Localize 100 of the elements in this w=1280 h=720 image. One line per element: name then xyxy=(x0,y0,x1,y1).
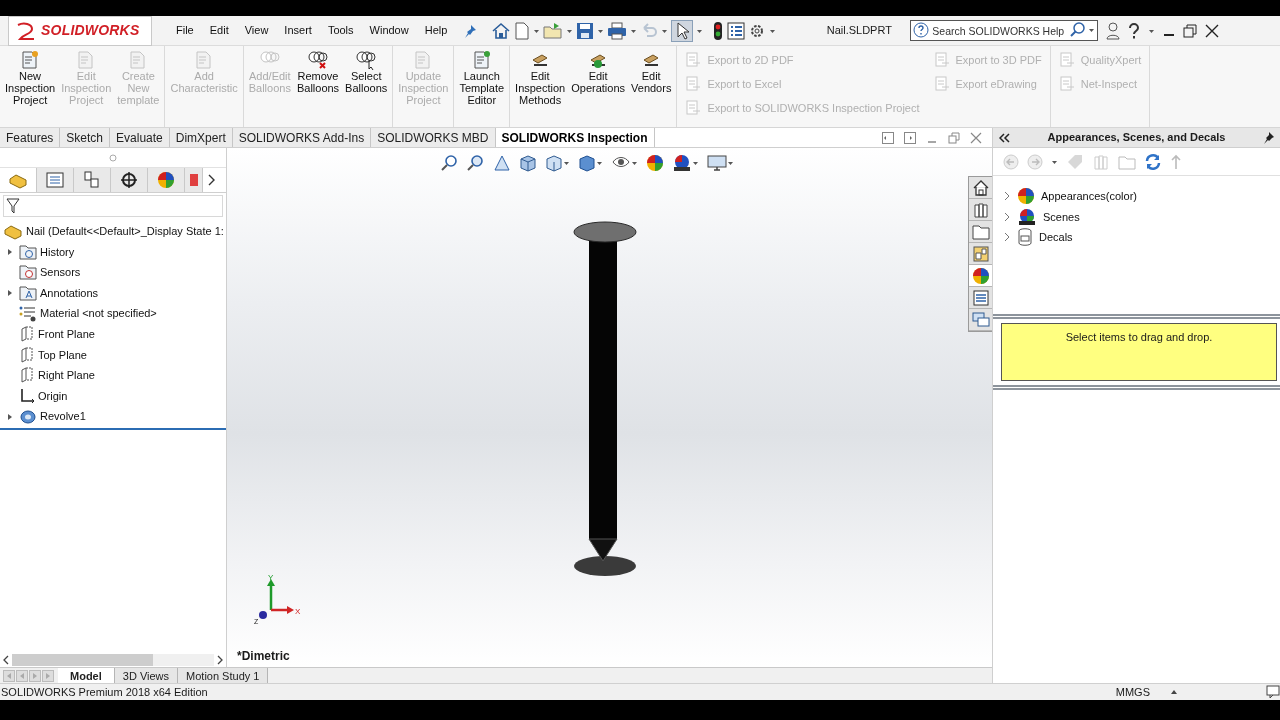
panel-tab[interactable] xyxy=(148,168,185,192)
tab[interactable]: SOLIDWORKS Add-Ins xyxy=(232,128,372,147)
list-icon[interactable] xyxy=(727,21,746,40)
panel-tab[interactable] xyxy=(111,168,148,192)
user-icon[interactable] xyxy=(1106,21,1121,40)
new-document-icon[interactable] xyxy=(514,21,531,40)
tree-item[interactable]: Sensors xyxy=(40,264,81,281)
caret-icon[interactable] xyxy=(533,27,541,34)
ribbon-button[interactable]: Edit Inspection Methods xyxy=(512,46,569,127)
caret-icon[interactable] xyxy=(661,27,669,34)
folder-icon xyxy=(19,264,37,281)
tree-item[interactable]: Nail (Default<<Default>_Display State 1: xyxy=(26,223,224,240)
zoom-icon[interactable] xyxy=(467,154,485,172)
tile-left-icon[interactable] xyxy=(882,131,894,144)
ribbon-button[interactable]: Select Balloons xyxy=(342,46,391,127)
caret-icon[interactable] xyxy=(631,160,638,166)
menu-item[interactable]: Window xyxy=(361,22,417,39)
tree-item[interactable]: Origin xyxy=(38,387,68,405)
menu-item[interactable]: View xyxy=(236,22,277,39)
caret-icon[interactable] xyxy=(769,27,777,34)
tab[interactable]: Sketch xyxy=(60,128,111,147)
caret-icon[interactable] xyxy=(1051,158,1058,165)
scroll-left-icon[interactable] xyxy=(2,655,10,665)
view-previous-icon[interactable] xyxy=(493,154,511,172)
monitor-icon[interactable] xyxy=(707,154,727,172)
caret-icon[interactable] xyxy=(692,160,699,166)
cube-icon[interactable] xyxy=(578,154,596,172)
collapse-icon[interactable] xyxy=(999,132,1011,143)
tab[interactable]: Evaluate xyxy=(110,128,170,147)
chat-icon[interactable] xyxy=(1266,685,1280,699)
cube-icon[interactable] xyxy=(545,154,563,172)
tree-item[interactable]: Right Plane xyxy=(38,367,95,384)
filter-field[interactable] xyxy=(3,195,223,217)
close-icon[interactable] xyxy=(1205,23,1220,38)
cube-icon[interactable] xyxy=(519,154,537,172)
tree-item[interactable]: Scenes xyxy=(1043,208,1080,225)
tree-item[interactable]: Revolve1 xyxy=(40,408,86,425)
color-sphere-icon xyxy=(157,171,175,189)
caret-icon[interactable] xyxy=(1088,27,1096,33)
tab[interactable]: Motion Study 1 xyxy=(178,668,269,683)
tile-right-icon[interactable] xyxy=(904,131,916,144)
zoom-icon[interactable] xyxy=(441,154,459,172)
expand-arrow-icon[interactable] xyxy=(6,289,14,298)
task-pane-tab[interactable] xyxy=(969,177,992,199)
ribbon-button[interactable]: Edit Operations xyxy=(568,46,629,127)
tab[interactable]: SOLIDWORKS MBD xyxy=(371,128,496,147)
search-icon[interactable] xyxy=(1070,22,1087,38)
plane-icon xyxy=(19,346,35,363)
caret-icon[interactable] xyxy=(563,160,570,166)
home-icon[interactable] xyxy=(491,21,512,40)
caret-icon[interactable] xyxy=(727,160,734,166)
caret-icon[interactable] xyxy=(696,27,704,34)
tree-item[interactable]: Decals xyxy=(1039,229,1073,246)
tree-item[interactable]: History xyxy=(40,243,75,261)
menu-item[interactable]: Tools xyxy=(319,22,362,39)
document-icon xyxy=(471,50,492,70)
expand-arrow-icon[interactable] xyxy=(6,412,14,421)
scene-icon[interactable] xyxy=(672,154,692,172)
search-field[interactable]: Search SOLIDWORKS Help xyxy=(910,20,1099,41)
pin-icon[interactable] xyxy=(1262,131,1274,144)
tab[interactable]: Model xyxy=(58,668,115,683)
caret-icon[interactable] xyxy=(630,27,638,34)
menu-item[interactable]: File xyxy=(168,22,202,39)
ribbon-button[interactable]: Edit Vendors xyxy=(628,46,675,127)
tab[interactable]: 3D Views xyxy=(114,668,179,683)
tree-item[interactable]: Appearances(color) xyxy=(1041,188,1137,205)
caret-icon[interactable] xyxy=(566,27,574,34)
printer-icon[interactable] xyxy=(607,21,628,40)
folder-icon[interactable] xyxy=(543,21,564,40)
menu-item[interactable]: Edit xyxy=(201,22,237,39)
refresh-icon[interactable] xyxy=(1144,152,1162,171)
tree-item[interactable]: Material <not specified> xyxy=(40,305,157,322)
caret-icon[interactable] xyxy=(597,27,605,34)
logo-text: SOLIDWORKS xyxy=(41,21,140,40)
plane-icon xyxy=(19,326,35,343)
panel-title: Appearances, Scenes, and Decals xyxy=(1046,130,1227,146)
menu-item[interactable]: Insert xyxy=(276,22,320,39)
tab[interactable]: Features xyxy=(0,128,61,147)
chevron-right-icon[interactable] xyxy=(207,174,215,186)
tab[interactable]: DimXpert xyxy=(169,128,233,147)
ribbon-button[interactable]: New Inspection Project xyxy=(2,46,59,127)
task-pane-tab[interactable] xyxy=(969,265,992,287)
color-sphere-icon[interactable] xyxy=(646,154,664,172)
caret-icon[interactable] xyxy=(596,160,603,166)
traffic-light-icon[interactable] xyxy=(712,20,725,41)
expand-arrow-icon[interactable] xyxy=(6,247,14,256)
ribbon-button[interactable]: Launch Template Editor xyxy=(456,46,508,127)
question-icon[interactable] xyxy=(1128,21,1141,40)
tree-item[interactable]: Annotations xyxy=(40,284,99,302)
tree-item[interactable]: Top Plane xyxy=(38,346,87,364)
menu-item[interactable]: Help xyxy=(416,22,456,39)
ribbon-button[interactable]: Remove Balloons xyxy=(293,46,343,127)
scrollbar-thumb[interactable] xyxy=(12,654,154,666)
caret-up-icon[interactable] xyxy=(1170,689,1178,695)
caret-icon[interactable] xyxy=(1148,27,1156,34)
units-indicator[interactable]: MMGS xyxy=(1115,683,1150,701)
tree-item[interactable]: Front Plane xyxy=(38,326,95,343)
scroll-right-icon[interactable] xyxy=(216,655,224,665)
save-icon[interactable] xyxy=(576,21,595,40)
restore-icon[interactable] xyxy=(1183,23,1198,38)
